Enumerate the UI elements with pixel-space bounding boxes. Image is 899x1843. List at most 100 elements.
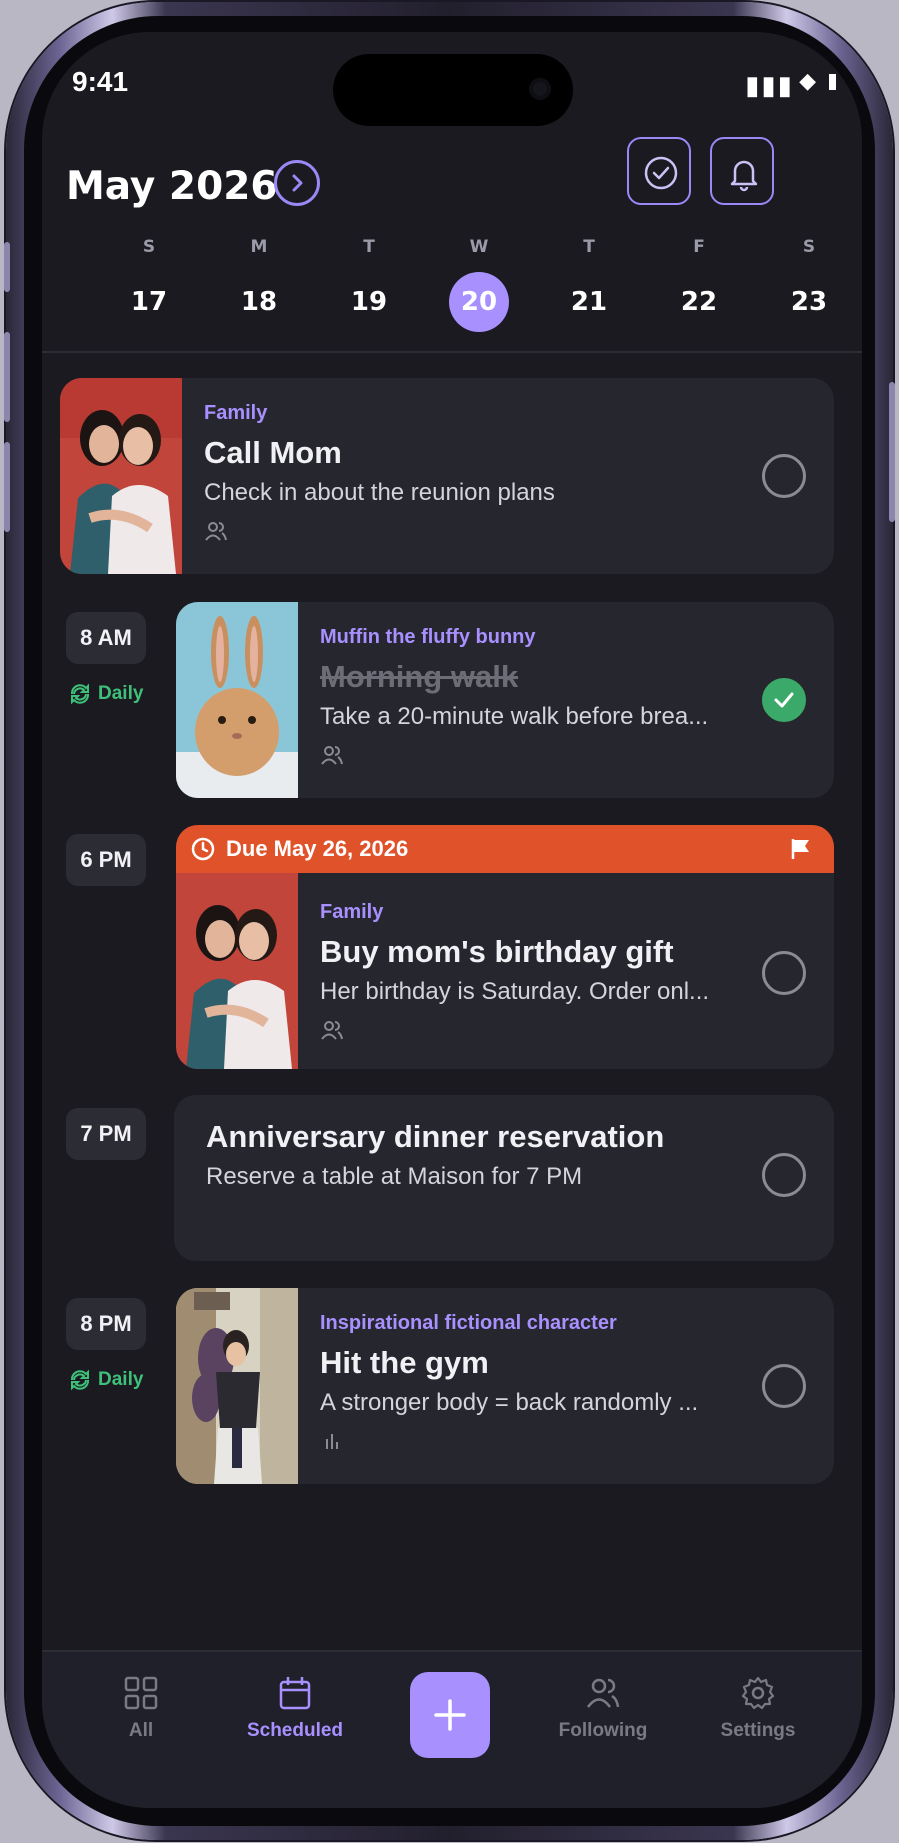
calendar-icon <box>279 1677 311 1710</box>
task-body: Family Buy mom's birthday gift Her birth… <box>320 901 709 1042</box>
day-number: 17 <box>130 287 168 317</box>
month-title: May 2026 <box>66 164 278 209</box>
nav-label: Scheduled <box>246 1720 344 1741</box>
task-title: Anniversary dinner reservation <box>206 1119 665 1154</box>
gear-icon <box>741 1676 775 1710</box>
task-card-anniversary-dinner[interactable]: Anniversary dinner reservation Reserve a… <box>174 1095 834 1261</box>
task-card-birthday-gift[interactable]: Due May 26, 2026 Family Buy mom's birthd… <box>176 825 834 1069</box>
task-category: Family <box>320 901 384 923</box>
flag-icon <box>791 839 809 859</box>
week-strip: S 17 M 18 T 19 W 20 T 21 F 22 S 23 <box>42 232 862 332</box>
repeat-icon <box>70 1369 90 1391</box>
task-body: Anniversary dinner reservation Reserve a… <box>206 1109 664 1191</box>
repeat-icon <box>70 683 90 705</box>
status-time: 9:41 <box>72 66 129 97</box>
dynamic-island <box>333 54 573 126</box>
chevron-right-icon <box>292 174 303 192</box>
task-description: A stronger body = back randomly ... <box>320 1389 699 1416</box>
day-of-week-label: T <box>583 237 595 257</box>
day-of-week-label: S <box>802 237 816 257</box>
repeat-label: Daily <box>98 1369 144 1390</box>
task-title: Morning walk <box>320 659 519 694</box>
day-wed-20-selected[interactable]: W 20 <box>449 232 509 332</box>
header: May 2026 <box>42 132 862 232</box>
add-task-button[interactable] <box>410 1672 490 1758</box>
nav-settings[interactable]: Settings <box>688 1674 828 1742</box>
check-circle-icon <box>644 156 678 190</box>
task-card-hit-the-gym[interactable]: Inspirational fictional character Hit th… <box>176 1288 834 1484</box>
battery-icon <box>829 74 836 90</box>
day-of-week-label: S <box>142 237 156 257</box>
day-number: 21 <box>570 287 608 317</box>
task-body: Family Call Mom Check in about the reuni… <box>204 402 555 543</box>
day-number: 18 <box>240 287 278 317</box>
day-number: 23 <box>790 287 828 317</box>
nav-all[interactable]: All <box>71 1674 211 1742</box>
app-screen: 9:41 ▮▮▮ ◆ May 2026 S 17 M 18 T 19 W 20 … <box>42 32 862 1808</box>
due-date-bar: Due May 26, 2026 <box>176 825 834 873</box>
volume-down-button <box>4 442 10 532</box>
clock-icon <box>191 837 215 861</box>
complete-checkbox[interactable] <box>762 951 806 995</box>
complete-checkbox-checked[interactable] <box>762 678 806 722</box>
mother-daughter-photo <box>60 378 182 574</box>
task-category: Muffin the fluffy bunny <box>320 626 536 648</box>
bottom-nav: All Scheduled Following Settings <box>42 1650 862 1808</box>
repeat-label: Daily <box>98 683 144 704</box>
grid-icon <box>124 1676 158 1710</box>
completed-tasks-button[interactable] <box>627 137 691 205</box>
due-date-label: Due May 26, 2026 <box>226 836 409 861</box>
character-illustration <box>176 1288 298 1484</box>
task-body: Muffin the fluffy bunny Morning walk Tak… <box>320 626 708 767</box>
task-card-call-mom[interactable]: Family Call Mom Check in about the reuni… <box>60 378 834 574</box>
time-label: 7 PM <box>66 1108 146 1160</box>
notifications-button[interactable] <box>710 137 774 205</box>
task-body: Inspirational fictional character Hit th… <box>320 1312 698 1453</box>
complete-checkbox[interactable] <box>762 1364 806 1408</box>
day-sun-17[interactable]: S 17 <box>119 232 179 332</box>
nav-label: All <box>128 1720 154 1741</box>
camera-icon <box>529 78 551 100</box>
day-tue-19[interactable]: T 19 <box>339 232 399 332</box>
day-fri-22[interactable]: F 22 <box>669 232 729 332</box>
bunny-photo <box>176 602 298 798</box>
mother-daughter-photo <box>176 873 298 1069</box>
nav-label: Following <box>558 1720 648 1741</box>
task-description: Reserve a table at Maison for 7 PM <box>206 1163 583 1190</box>
task-category: Family <box>204 402 268 424</box>
day-of-week-label: W <box>469 237 489 257</box>
volume-up-button <box>4 332 10 422</box>
divider <box>42 351 862 353</box>
status-bar: 9:41 ▮▮▮ ◆ <box>42 32 862 132</box>
action-button <box>4 242 10 292</box>
plus-icon <box>434 1699 466 1731</box>
task-category: Inspirational fictional character <box>320 1312 617 1334</box>
task-title: Hit the gym <box>320 1345 489 1380</box>
people-icon <box>586 1678 620 1708</box>
day-of-week-label: F <box>693 237 705 257</box>
time-label: 8 AM <box>66 612 146 664</box>
day-number: 22 <box>680 287 718 317</box>
next-month-button[interactable] <box>274 160 320 206</box>
task-title: Buy mom's birthday gift <box>320 934 674 969</box>
day-of-week-label: M <box>250 237 268 257</box>
day-sat-23[interactable]: S 23 <box>779 232 839 332</box>
day-mon-18[interactable]: M 18 <box>229 232 289 332</box>
nav-label: Settings <box>720 1720 796 1741</box>
people-icon <box>320 743 708 767</box>
time-label: 6 PM <box>66 834 146 886</box>
day-number: 20 <box>449 272 509 332</box>
complete-checkbox[interactable] <box>762 1153 806 1197</box>
task-description: Take a 20-minute walk before brea... <box>320 703 709 730</box>
complete-checkbox[interactable] <box>762 454 806 498</box>
task-card-morning-walk[interactable]: Muffin the fluffy bunny Morning walk Tak… <box>176 602 834 798</box>
task-description: Check in about the reunion plans <box>204 479 555 506</box>
day-thu-21[interactable]: T 21 <box>559 232 619 332</box>
checkmark-icon <box>774 692 794 708</box>
day-number: 19 <box>350 287 388 317</box>
nav-following[interactable]: Following <box>533 1674 673 1742</box>
signal-icon: ▮▮▮ <box>745 70 794 100</box>
bell-icon <box>730 160 758 192</box>
nav-scheduled[interactable]: Scheduled <box>225 1674 365 1742</box>
task-title: Call Mom <box>204 435 342 470</box>
